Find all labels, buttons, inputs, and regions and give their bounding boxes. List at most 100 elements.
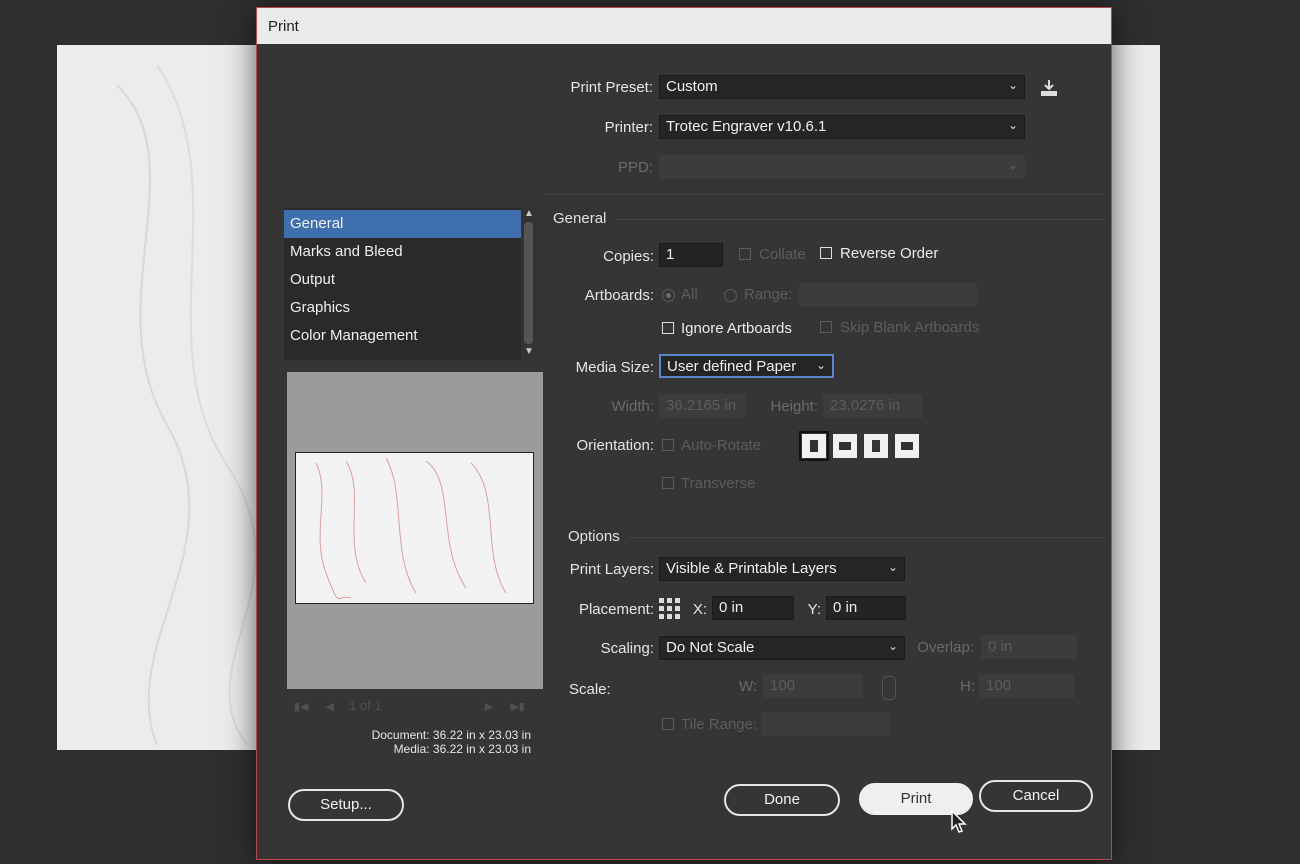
save-preset-icon[interactable] (1039, 79, 1059, 97)
placement-grid-icon[interactable] (658, 597, 682, 621)
printer-value: Trotec Engraver v10.6.1 (666, 118, 827, 135)
ignore-artboards-label: Ignore Artboards (681, 320, 792, 337)
tile-range-label: Tile Range: (681, 716, 758, 733)
mouse-cursor-icon (951, 809, 967, 834)
chevron-down-icon: ⌄ (1007, 118, 1018, 132)
scaling-label: Scaling: (600, 640, 654, 657)
scroll-thumb[interactable] (524, 222, 533, 344)
media-size-select[interactable]: User defined Paper ⌄ (659, 354, 834, 378)
preview-page (295, 452, 534, 604)
media-size-label: Media Size: (575, 359, 654, 376)
collate-label: Collate (759, 246, 806, 263)
chevron-down-icon: ⌄ (815, 358, 826, 372)
divider (629, 537, 1105, 538)
placement-y-input[interactable]: 0 in (826, 596, 906, 620)
scale-label: Scale: (569, 681, 611, 698)
preview-artwork (315, 457, 507, 600)
scaling-value: Do Not Scale (666, 639, 755, 656)
ppd-label: PPD: (617, 159, 653, 176)
done-button[interactable]: Done (724, 784, 840, 816)
artboards-range-input[interactable] (799, 283, 977, 307)
link-proportions-icon[interactable] (882, 676, 896, 700)
divider (617, 219, 1105, 220)
print-preview[interactable] (287, 372, 543, 689)
auto-rotate-label: Auto-Rotate (681, 437, 762, 454)
document-size: Document: 36.22 in x 23.03 in (371, 728, 531, 742)
list-item-color-management[interactable]: Color Management (284, 322, 521, 350)
chevron-down-icon: ⌄ (1007, 158, 1018, 172)
options-section-title: Options (568, 528, 620, 545)
ppd-select[interactable]: ⌄ (659, 155, 1025, 179)
next-page-icon[interactable]: ▶ (485, 701, 493, 713)
media-size-info: Media: 36.22 in x 23.03 in (393, 742, 531, 756)
scroll-down-icon[interactable]: ▼ (524, 346, 534, 357)
skip-blank-artboards-label: Skip Blank Artboards (840, 319, 980, 336)
media-size-value: User defined Paper (667, 358, 797, 375)
previous-page-icon[interactable]: ◀ (326, 701, 334, 713)
printer-select[interactable]: Trotec Engraver v10.6.1 ⌄ (659, 115, 1025, 139)
page-indicator: 1 of 1 (349, 698, 382, 713)
landscape-orientation-icon[interactable] (833, 434, 857, 458)
list-item-marks-and-bleed[interactable]: Marks and Bleed (284, 238, 521, 266)
print-preset-value: Custom (666, 78, 718, 95)
title-bar[interactable]: Print (257, 8, 1111, 44)
print-preset-select[interactable]: Custom ⌄ (659, 75, 1025, 99)
chevron-down-icon: ⌄ (887, 560, 898, 574)
collate-checkbox[interactable] (739, 248, 751, 260)
printer-label: Printer: (604, 119, 653, 136)
width-input[interactable]: 36.2165 in (659, 394, 745, 418)
reverse-portrait-orientation-icon[interactable] (864, 434, 888, 458)
scaling-select[interactable]: Do Not Scale ⌄ (659, 636, 905, 660)
scale-w-label: W: (738, 678, 757, 695)
category-list[interactable]: General Marks and Bleed Output Graphics … (284, 208, 536, 360)
artboards-all-radio[interactable] (662, 289, 675, 302)
preview-page-navigation: ▮◀ ◀ 1 of 1 ▶ ▶▮ (294, 698, 525, 713)
copies-input[interactable]: 1 (659, 243, 723, 267)
ignore-artboards-checkbox[interactable] (662, 322, 674, 334)
list-item-graphics[interactable]: Graphics (284, 294, 521, 322)
cancel-button[interactable]: Cancel (979, 780, 1093, 812)
artboards-all-label: All (681, 286, 698, 303)
overlap-label: Overlap: (917, 639, 974, 656)
list-item-output[interactable]: Output (284, 266, 521, 294)
placement-x-label: X: (692, 601, 707, 618)
chevron-down-icon: ⌄ (887, 639, 898, 653)
print-layers-value: Visible & Printable Layers (666, 560, 837, 577)
dialog-title: Print (268, 18, 299, 35)
orientation-label: Orientation: (576, 437, 654, 454)
artboards-label: Artboards: (584, 287, 654, 304)
first-page-icon[interactable]: ▮◀ (294, 701, 309, 713)
print-layers-select[interactable]: Visible & Printable Layers ⌄ (659, 557, 905, 581)
artboards-range-radio[interactable] (724, 289, 737, 302)
reverse-order-label: Reverse Order (840, 245, 939, 262)
divider (544, 194, 1104, 195)
list-item-general[interactable]: General (284, 210, 521, 238)
placement-label: Placement: (578, 601, 654, 618)
transverse-checkbox[interactable] (662, 477, 674, 489)
print-preset-label: Print Preset: (570, 79, 653, 96)
width-label: Width: (611, 398, 654, 415)
reverse-order-checkbox[interactable] (820, 247, 832, 259)
setup-button[interactable]: Setup... (288, 789, 404, 821)
height-label: Height: (770, 398, 818, 415)
artboards-range-label: Range: (744, 286, 793, 303)
auto-rotate-checkbox[interactable] (662, 439, 674, 451)
skip-blank-artboards-checkbox[interactable] (820, 321, 832, 333)
general-section-title: General (553, 210, 607, 227)
list-scrollbar[interactable]: ▲ ▼ (521, 208, 536, 360)
overlap-input[interactable]: 0 in (981, 635, 1077, 659)
placement-x-input[interactable]: 0 in (712, 596, 794, 620)
print-dialog: Print Print Preset: Custom ⌄ Printer: Tr… (256, 7, 1112, 860)
last-page-icon[interactable]: ▶▮ (510, 701, 525, 713)
chevron-down-icon: ⌄ (1007, 78, 1018, 92)
scale-w-input[interactable]: 100 (763, 674, 863, 698)
tile-range-checkbox[interactable] (662, 718, 674, 730)
scale-h-label: H: (960, 678, 975, 695)
portrait-orientation-icon[interactable] (799, 431, 829, 461)
tile-range-input[interactable] (762, 712, 890, 736)
height-input[interactable]: 23.0276 in (823, 394, 923, 418)
scroll-up-icon[interactable]: ▲ (524, 208, 534, 219)
reverse-landscape-orientation-icon[interactable] (895, 434, 919, 458)
placement-y-label: Y: (807, 601, 821, 618)
scale-h-input[interactable]: 100 (979, 674, 1075, 698)
